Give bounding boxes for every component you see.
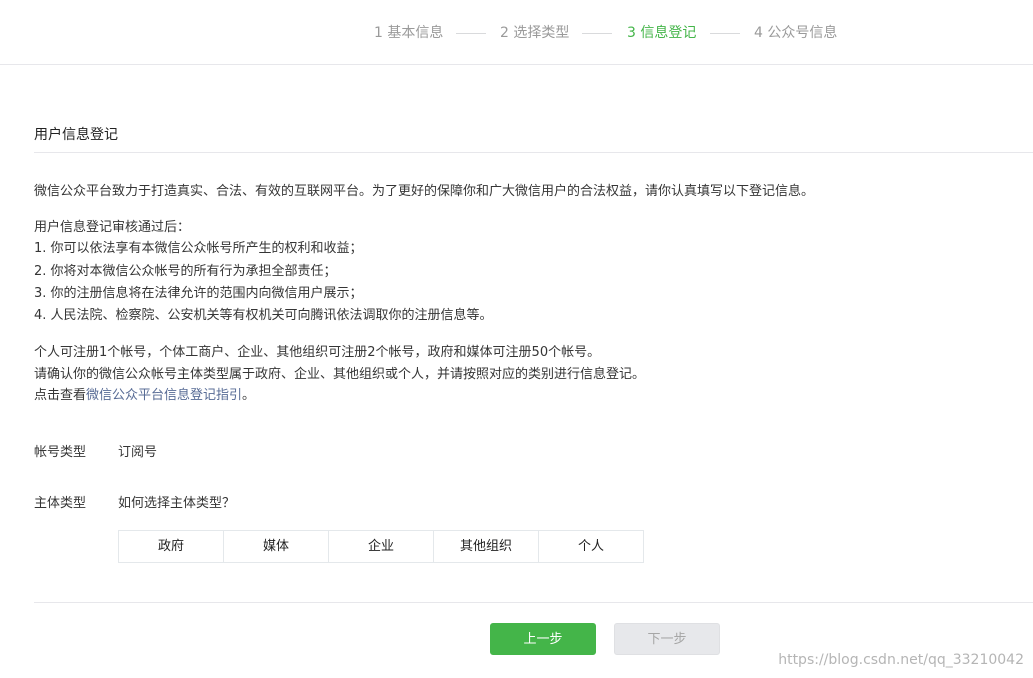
next-step-button[interactable]: 下一步 xyxy=(614,623,720,655)
subject-option-enterprise[interactable]: 企业 xyxy=(329,531,434,562)
guide-suffix: 。 xyxy=(242,388,256,403)
subject-option-individual[interactable]: 个人 xyxy=(539,531,643,562)
guide-note: 点击查看微信公众平台信息登记指引。 xyxy=(34,387,255,405)
subject-confirm-note: 请确认你的微信公众帐号主体类型属于政府、企业、其他组织或个人，并请按照对应的类别… xyxy=(34,367,646,382)
previous-step-button[interactable]: 上一步 xyxy=(490,623,596,655)
step-connector xyxy=(456,33,486,34)
step-select-type: 2 选择类型 xyxy=(500,25,570,41)
subject-option-media[interactable]: 媒体 xyxy=(224,531,329,562)
registration-page: 1 基本信息 2 选择类型 3 信息登记 4 公众号信息 用户信息登记 微信公众… xyxy=(0,0,1033,678)
step-info-registration: 3 信息登记 xyxy=(627,25,697,41)
footer-divider xyxy=(34,602,1033,603)
review-item: 2. 你将对本微信公众帐号的所有行为承担全部责任； xyxy=(34,264,337,279)
review-item: 1. 你可以依法享有本微信公众帐号所产生的权利和收益； xyxy=(34,241,363,256)
section-title: 用户信息登记 xyxy=(34,127,118,143)
section-divider xyxy=(34,152,1033,153)
step-basic-info: 1 基本信息 xyxy=(374,25,444,41)
review-item: 4. 人民法院、检察院、公安机关等有权机关可向腾讯依法调取你的注册信息等。 xyxy=(34,308,493,323)
step-progress-bar: 1 基本信息 2 选择类型 3 信息登记 4 公众号信息 xyxy=(0,0,1033,65)
step-connector xyxy=(710,33,740,34)
subject-type-label: 主体类型 xyxy=(34,496,87,511)
subject-option-government[interactable]: 政府 xyxy=(119,531,224,562)
watermark-text: https://blog.csdn.net/qq_33210042 xyxy=(778,652,1024,668)
subject-option-other-org[interactable]: 其他组织 xyxy=(434,531,539,562)
step-connector xyxy=(582,33,612,34)
account-type-value: 订阅号 xyxy=(118,445,158,460)
registration-guide-link[interactable]: 微信公众平台信息登记指引 xyxy=(86,388,242,403)
review-heading: 用户信息登记审核通过后： xyxy=(34,220,191,235)
intro-text: 微信公众平台致力于打造真实、合法、有效的互联网平台。为了更好的保障你和广大微信用… xyxy=(34,184,815,199)
review-item: 3. 你的注册信息将在法律允许的范围内向微信用户展示； xyxy=(34,286,363,301)
account-type-label: 帐号类型 xyxy=(34,445,87,460)
subject-type-selector: 政府 媒体 企业 其他组织 个人 xyxy=(118,530,644,563)
guide-prefix: 点击查看 xyxy=(34,388,87,403)
step-account-info: 4 公众号信息 xyxy=(754,25,838,41)
account-limit-note: 个人可注册1个帐号，个体工商户、企业、其他组织可注册2个帐号，政府和媒体可注册5… xyxy=(34,345,601,360)
subject-type-help-link[interactable]: 如何选择主体类型？ xyxy=(118,495,235,513)
